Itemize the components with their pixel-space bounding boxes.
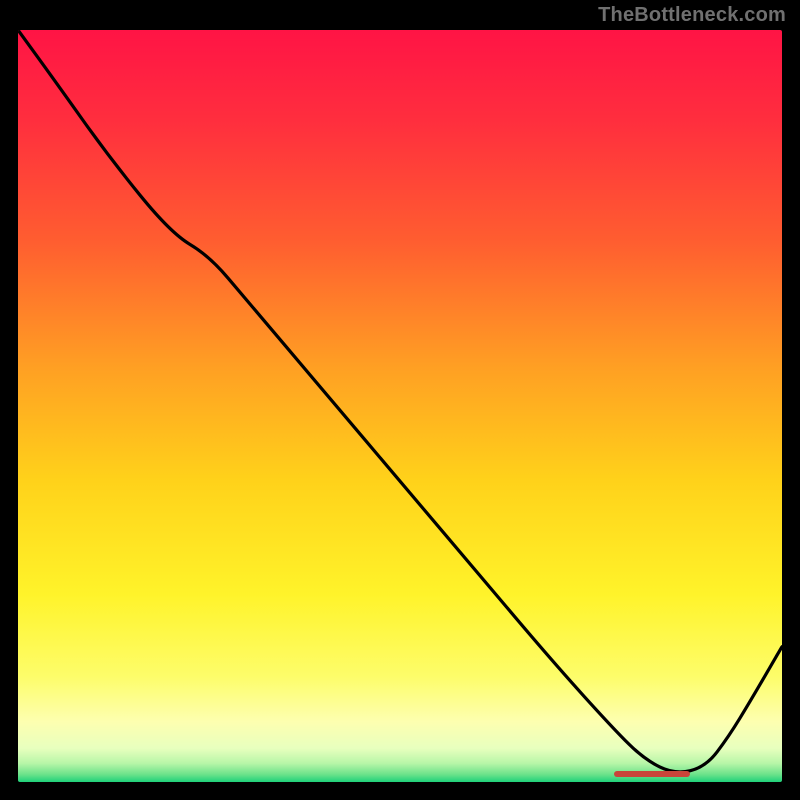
optimal-range-marker	[614, 771, 690, 777]
gradient-rect	[18, 30, 782, 782]
watermark-text: TheBottleneck.com	[598, 4, 786, 27]
plot-area	[18, 30, 782, 782]
chart-stage: TheBottleneck.com	[0, 0, 800, 800]
chart-svg	[18, 30, 782, 782]
